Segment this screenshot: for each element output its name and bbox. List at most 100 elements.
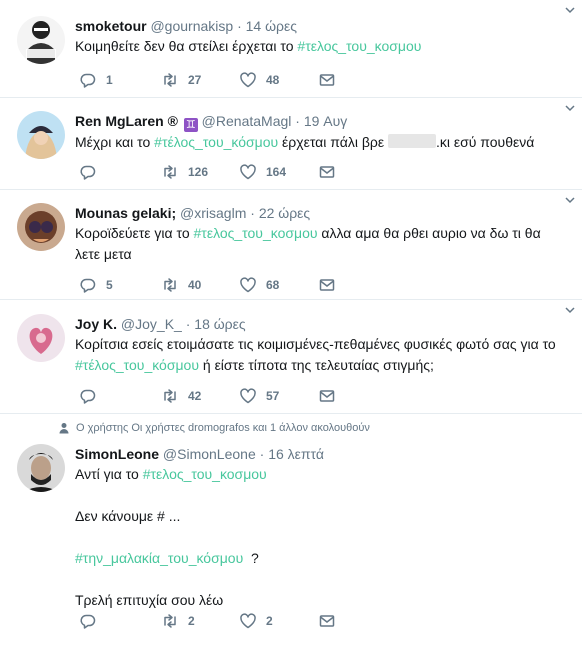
username[interactable]: @RenataMagl [202, 113, 292, 129]
tweet-header: Joy K. @Joy_K_ · 18 ώρες [75, 314, 572, 334]
dm-button[interactable] [318, 612, 336, 630]
retweet-button[interactable]: 126 [161, 163, 208, 181]
username[interactable]: @xrisaglm [180, 205, 246, 221]
like-count: 2 [266, 614, 273, 628]
hashtag-link[interactable]: #τέλος_του_κόσμου [75, 357, 199, 373]
tweet[interactable]: smoketour @gournakisp · 14 ώρες Κοιμηθεί… [0, 0, 582, 98]
separator: · [185, 316, 191, 332]
tweet[interactable]: Ren MgLaren ® ♊ @RenataMagl · 19 Αυγ Μέχ… [0, 98, 582, 190]
social-context: Ο χρήστης Οι χρήστες dromografos και 1 ά… [58, 422, 370, 434]
like-count: 164 [266, 165, 287, 179]
timeline-feed: smoketour @gournakisp · 14 ώρες Κοιμηθεί… [0, 0, 582, 646]
heart-icon [240, 72, 256, 88]
like-button[interactable]: 68 [239, 276, 279, 294]
username[interactable]: @gournakisp [150, 18, 233, 34]
separator: · [250, 205, 255, 221]
envelope-icon [319, 615, 335, 627]
tweet-text-segment: Δεν κάνουμε # ... [75, 508, 181, 524]
retweet-count: 2 [188, 614, 195, 628]
username[interactable]: @Joy_K_ [121, 316, 182, 332]
retweet-button[interactable]: 2 [161, 612, 195, 630]
retweet-count: 40 [188, 278, 202, 292]
retweet-button[interactable]: 40 [161, 276, 201, 294]
hashtag-link[interactable]: #τελος_του_κοσμου [143, 466, 267, 482]
envelope-icon [319, 390, 335, 402]
username[interactable]: @SimonLeone [163, 446, 256, 462]
chevron-down-icon[interactable] [564, 194, 576, 206]
retweet-icon [164, 278, 176, 292]
like-count: 57 [266, 389, 280, 403]
retweet-icon [164, 389, 176, 403]
tweet-text-segment: ? [243, 550, 259, 566]
tweet[interactable]: Joy K. @Joy_K_ · 18 ώρες Κορίτσια εσείς … [0, 300, 582, 414]
retweet-count: 42 [188, 389, 202, 403]
dm-button[interactable] [318, 387, 336, 405]
like-count: 68 [266, 278, 280, 292]
tweet-actions: 42 57 [75, 387, 375, 405]
separator: · [259, 446, 265, 462]
heart-icon [240, 277, 256, 293]
retweet-button[interactable]: 42 [161, 387, 201, 405]
fullname[interactable]: SimonLeone [75, 446, 159, 462]
reply-button[interactable]: 5 [79, 276, 113, 294]
timestamp[interactable]: 18 ώρες [194, 316, 245, 332]
like-count: 48 [266, 73, 280, 87]
reply-button[interactable]: 1 [79, 71, 113, 89]
hashtag-link[interactable]: #την_μαλακία_του_κόσμου [75, 550, 243, 566]
chevron-down-icon[interactable] [564, 4, 576, 16]
tweet-header: Mounas gelaki; @xrisaglm · 22 ώρες [75, 203, 572, 223]
timestamp[interactable]: 16 λεπτά [268, 446, 324, 462]
timestamp[interactable]: 22 ώρες [259, 205, 310, 221]
like-button[interactable]: 48 [239, 71, 279, 89]
heart-icon [240, 613, 256, 629]
chevron-down-icon[interactable] [564, 304, 576, 316]
hashtag-link[interactable]: #τελος_του_κοσμου [297, 38, 421, 54]
envelope-icon [319, 279, 335, 291]
envelope-icon [319, 74, 335, 86]
reply-icon [80, 278, 96, 293]
reply-icon [80, 73, 96, 88]
fullname[interactable]: Mounas gelaki; [75, 205, 176, 221]
reply-button[interactable] [79, 612, 106, 630]
tweet-actions: 2 2 [75, 612, 375, 630]
social-context-text[interactable]: Ο χρήστης Οι χρήστες dromografos και 1 ά… [76, 422, 370, 434]
fullname[interactable]: Joy K. [75, 316, 117, 332]
tweet-text-segment: Μέχρι και το [75, 134, 155, 150]
timestamp[interactable]: 19 Αυγ [304, 113, 347, 129]
timestamp[interactable]: 14 ώρες [246, 18, 297, 34]
reply-count: 5 [106, 278, 113, 292]
like-button[interactable]: 164 [239, 163, 286, 181]
retweet-icon [164, 614, 176, 628]
fullname[interactable]: smoketour [75, 18, 147, 34]
retweet-button[interactable]: 27 [161, 71, 201, 89]
separator: · [237, 18, 242, 34]
envelope-icon [319, 166, 335, 178]
avatar[interactable] [17, 444, 65, 492]
dm-button[interactable] [318, 71, 336, 89]
like-button[interactable]: 2 [239, 612, 273, 630]
hashtag-link[interactable]: #τέλος_του_κόσμου [154, 134, 278, 150]
retweet-icon [164, 165, 176, 179]
tweet-text-segment: Κορίτσια εσείς ετοιμάσατε τις κοιμισμένε… [75, 336, 556, 352]
avatar[interactable] [17, 111, 65, 159]
dm-button[interactable] [318, 163, 336, 181]
hashtag-link[interactable]: #τελος_του_κοσμου [194, 225, 318, 241]
like-button[interactable]: 57 [239, 387, 279, 405]
avatar[interactable] [17, 314, 65, 362]
reply-button[interactable] [79, 163, 106, 181]
reply-button[interactable] [79, 387, 106, 405]
tweet-text-segment: .κι εσύ πουθενά [435, 134, 535, 150]
avatar[interactable] [17, 16, 65, 64]
tweet-header: Ren MgLaren ® ♊ @RenataMagl · 19 Αυγ [75, 111, 572, 132]
tweet-text-segment: ή είστε τίποτα της τελευταίας στιγμής; [199, 357, 434, 373]
tweet[interactable]: Ο χρήστης Οι χρήστες dromografos και 1 ά… [0, 414, 582, 646]
tweet-text: Αντί για το #τελος_του_κοσμου Δεν κάνουμ… [75, 464, 572, 611]
avatar[interactable] [17, 203, 65, 251]
fullname[interactable]: Ren MgLaren ® [75, 113, 178, 129]
separator: · [295, 113, 300, 129]
dm-button[interactable] [318, 276, 336, 294]
chevron-down-icon[interactable] [564, 102, 576, 114]
tweet-actions: 5 40 68 [75, 276, 375, 294]
tweet-text-segment: έρχεται πάλι βρε [278, 134, 388, 150]
tweet[interactable]: Mounas gelaki; @xrisaglm · 22 ώρες Κοροϊ… [0, 190, 582, 300]
